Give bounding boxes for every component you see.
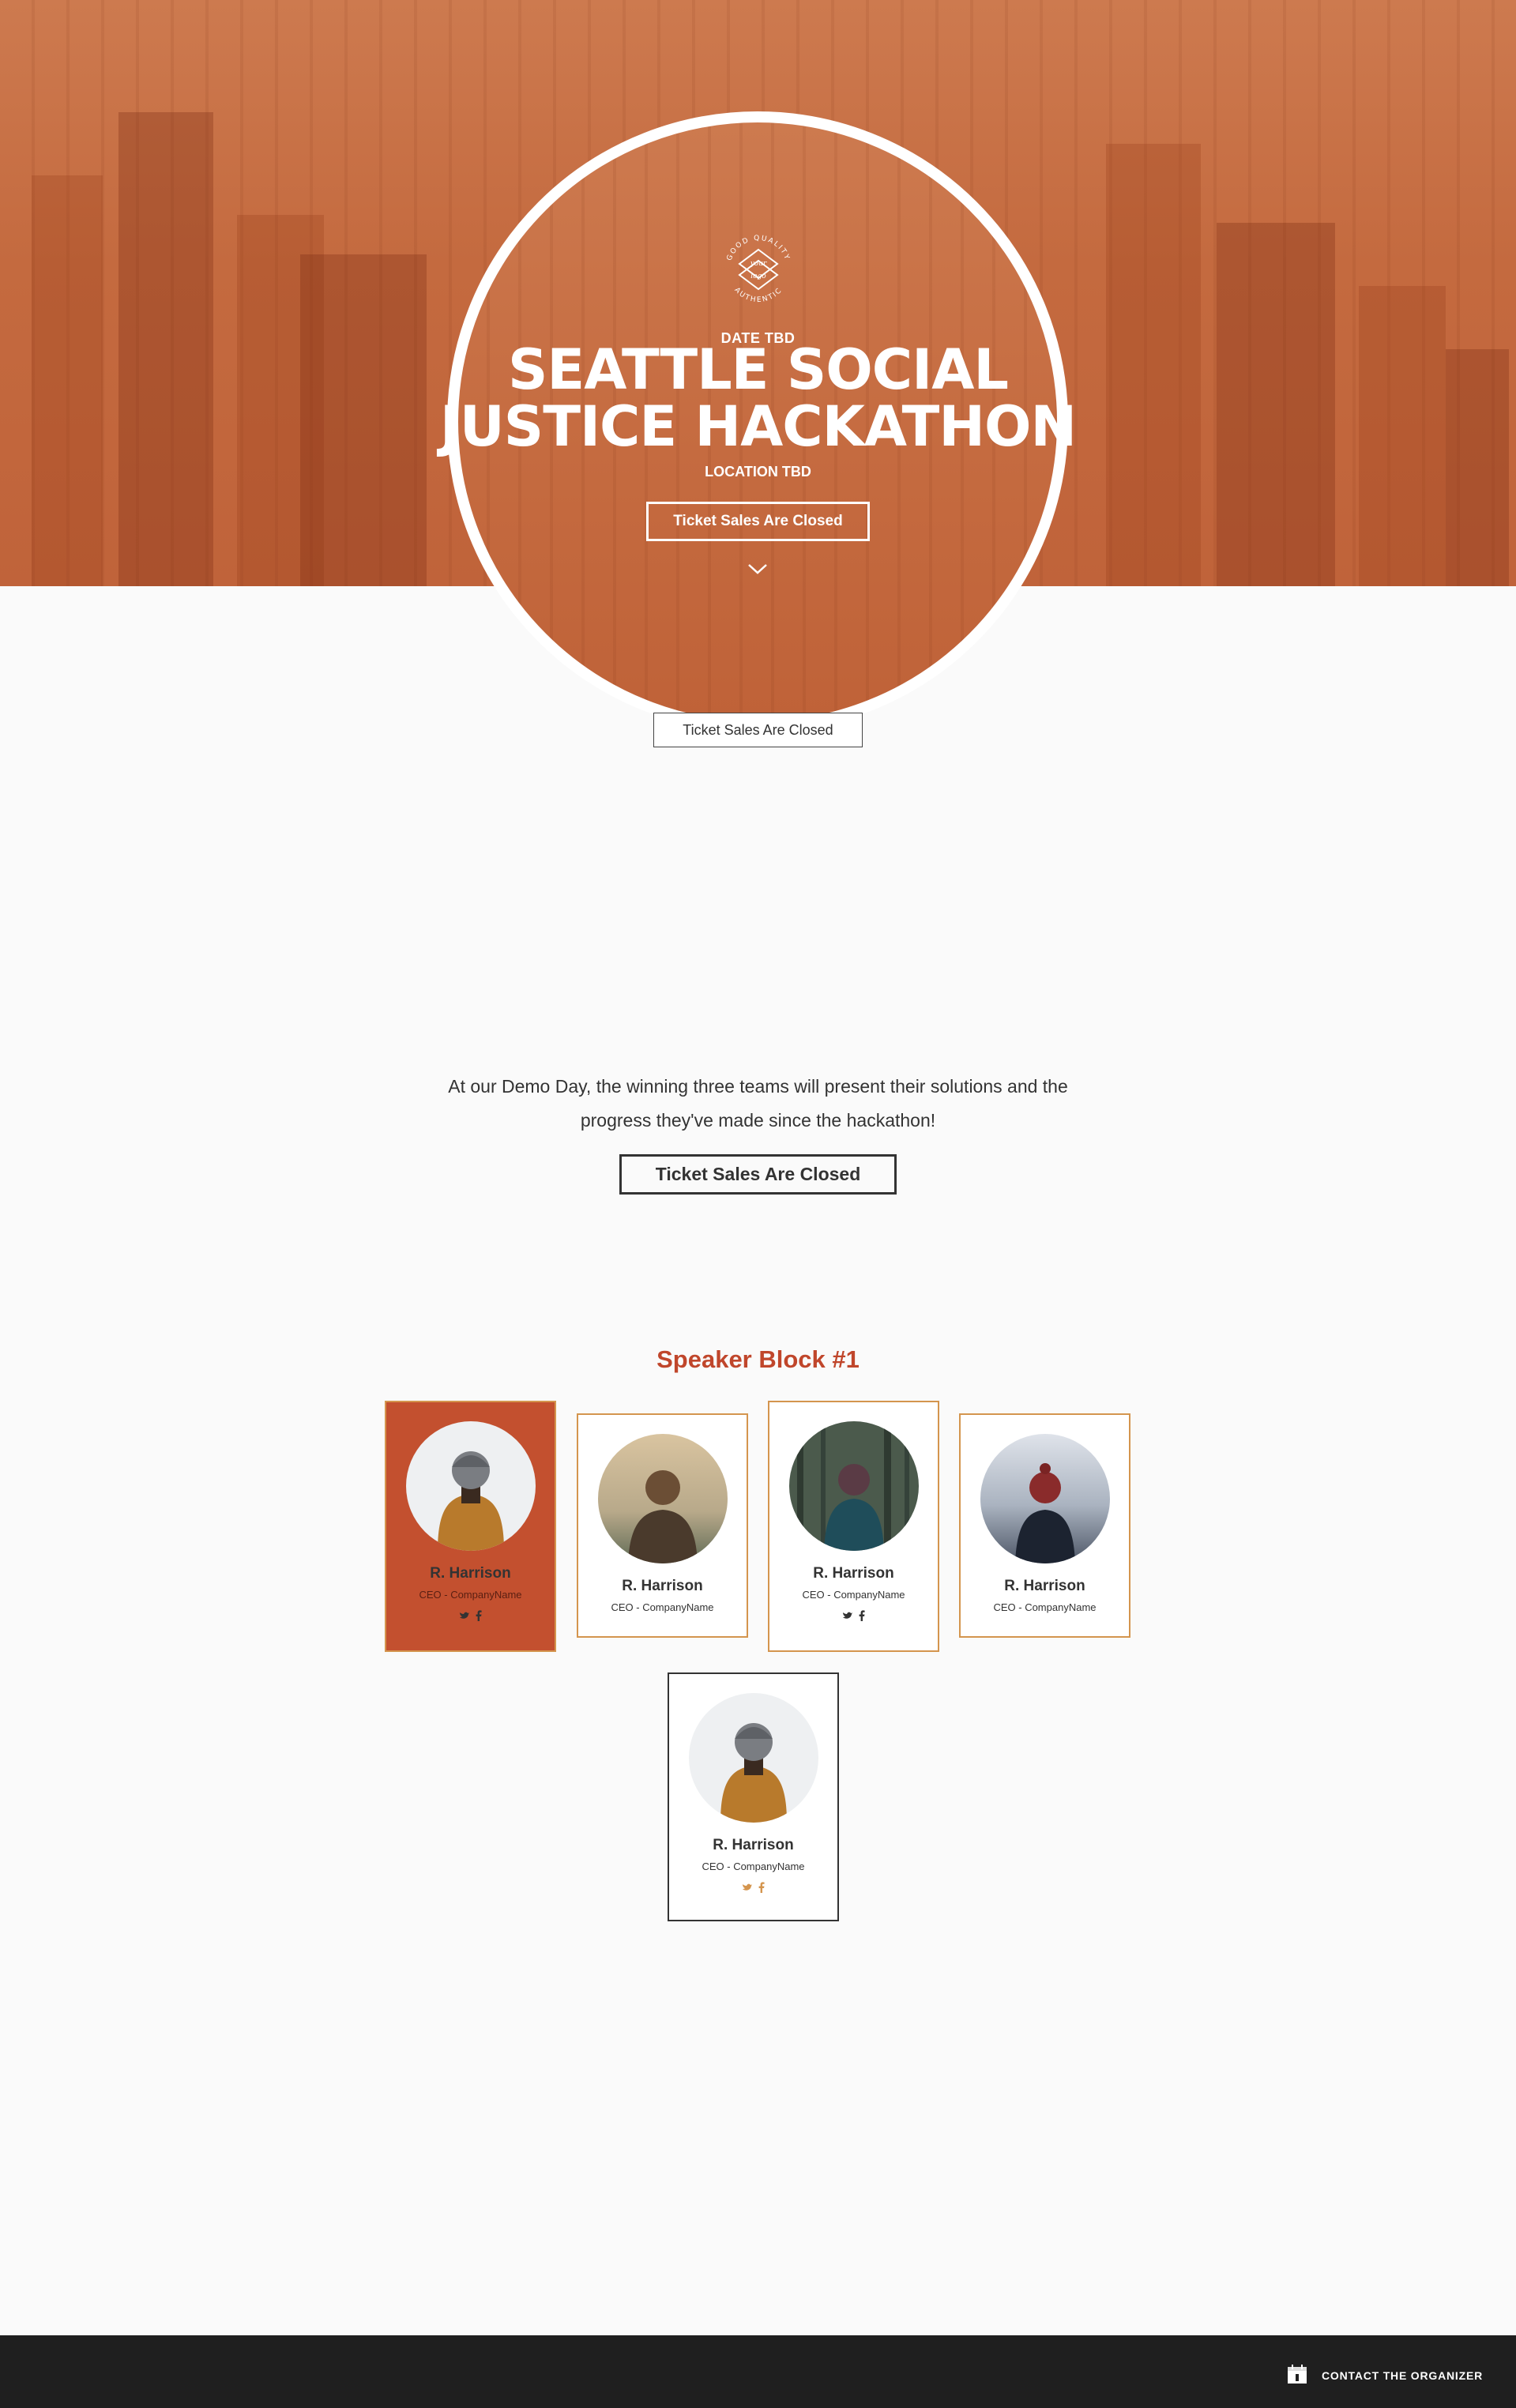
chevron-down-icon[interactable]	[746, 561, 769, 577]
logo-top-text: GOOD QUALITY	[726, 235, 792, 262]
hero-ticket-button[interactable]: Ticket Sales Are Closed	[646, 502, 870, 541]
facebook-icon[interactable]	[475, 1610, 483, 1623]
twitter-icon[interactable]	[742, 1882, 753, 1894]
event-location: LOCATION TBD	[705, 464, 811, 480]
brand-logo: GOOD QUALITY AUTHENTIC your logo	[716, 226, 801, 311]
speaker-avatar	[405, 1421, 536, 1551]
speaker-name: R. Harrison	[430, 1565, 511, 1582]
speaker-block-heading: Speaker Block #1	[656, 1345, 860, 1373]
description-line1: At our Demo Day, the winning three teams…	[448, 1076, 1068, 1097]
speaker-role: CEO - CompanyName	[611, 1601, 714, 1613]
speaker-name: R. Harrison	[1004, 1578, 1085, 1594]
speaker-role: CEO - CompanyName	[419, 1589, 522, 1601]
event-title: SEATTLE SOCIAL JUSTICE HACKATHON	[0, 341, 1516, 455]
speaker-card[interactable]: R. Harrison CEO - CompanyName	[385, 1401, 556, 1652]
speaker-avatar	[688, 1693, 818, 1823]
calendar-icon	[1287, 2364, 1307, 2387]
facebook-icon[interactable]	[758, 1882, 766, 1894]
speaker-card[interactable]: R. Harrison CEO - CompanyName	[959, 1413, 1130, 1638]
speaker-avatar	[788, 1421, 919, 1551]
svg-text:GOOD QUALITY: GOOD QUALITY	[726, 235, 792, 262]
description-line2: progress they've made since the hackatho…	[580, 1110, 936, 1131]
speaker-role: CEO - CompanyName	[802, 1589, 905, 1601]
ticket-button-secondary[interactable]: Ticket Sales Are Closed	[653, 713, 863, 747]
social-links	[769, 1610, 938, 1623]
speaker-name: R. Harrison	[622, 1578, 703, 1594]
speaker-avatar	[980, 1434, 1110, 1563]
speaker-role: CEO - CompanyName	[993, 1601, 1097, 1613]
speaker-card[interactable]: R. Harrison CEO - CompanyName	[668, 1672, 839, 1921]
speaker-role: CEO - CompanyName	[702, 1861, 805, 1872]
contact-organizer-label: CONTACT THE ORGANIZER	[1322, 2368, 1483, 2382]
speaker-card[interactable]: R. Harrison CEO - CompanyName	[768, 1401, 939, 1652]
event-description: At our Demo Day, the winning three teams…	[363, 1070, 1153, 1138]
event-title-line2: JUSTICE HACKATHON	[439, 394, 1077, 459]
social-links	[386, 1610, 555, 1623]
social-links	[669, 1882, 837, 1894]
facebook-icon[interactable]	[858, 1610, 866, 1623]
speaker-name: R. Harrison	[813, 1565, 894, 1582]
footer: CONTACT THE ORGANIZER	[0, 2335, 1516, 2408]
contact-organizer-link[interactable]: CONTACT THE ORGANIZER	[1287, 2364, 1483, 2387]
twitter-icon[interactable]	[842, 1610, 853, 1623]
speaker-card[interactable]: R. Harrison CEO - CompanyName	[577, 1413, 748, 1638]
event-title-line1: SEATTLE SOCIAL	[508, 337, 1009, 402]
twitter-icon[interactable]	[459, 1610, 470, 1623]
ticket-button-main[interactable]: Ticket Sales Are Closed	[619, 1154, 897, 1195]
logo-center-bottom: logo	[750, 273, 766, 280]
speaker-avatar	[597, 1434, 728, 1563]
logo-center-top: your	[750, 260, 767, 268]
speaker-name: R. Harrison	[713, 1837, 794, 1853]
